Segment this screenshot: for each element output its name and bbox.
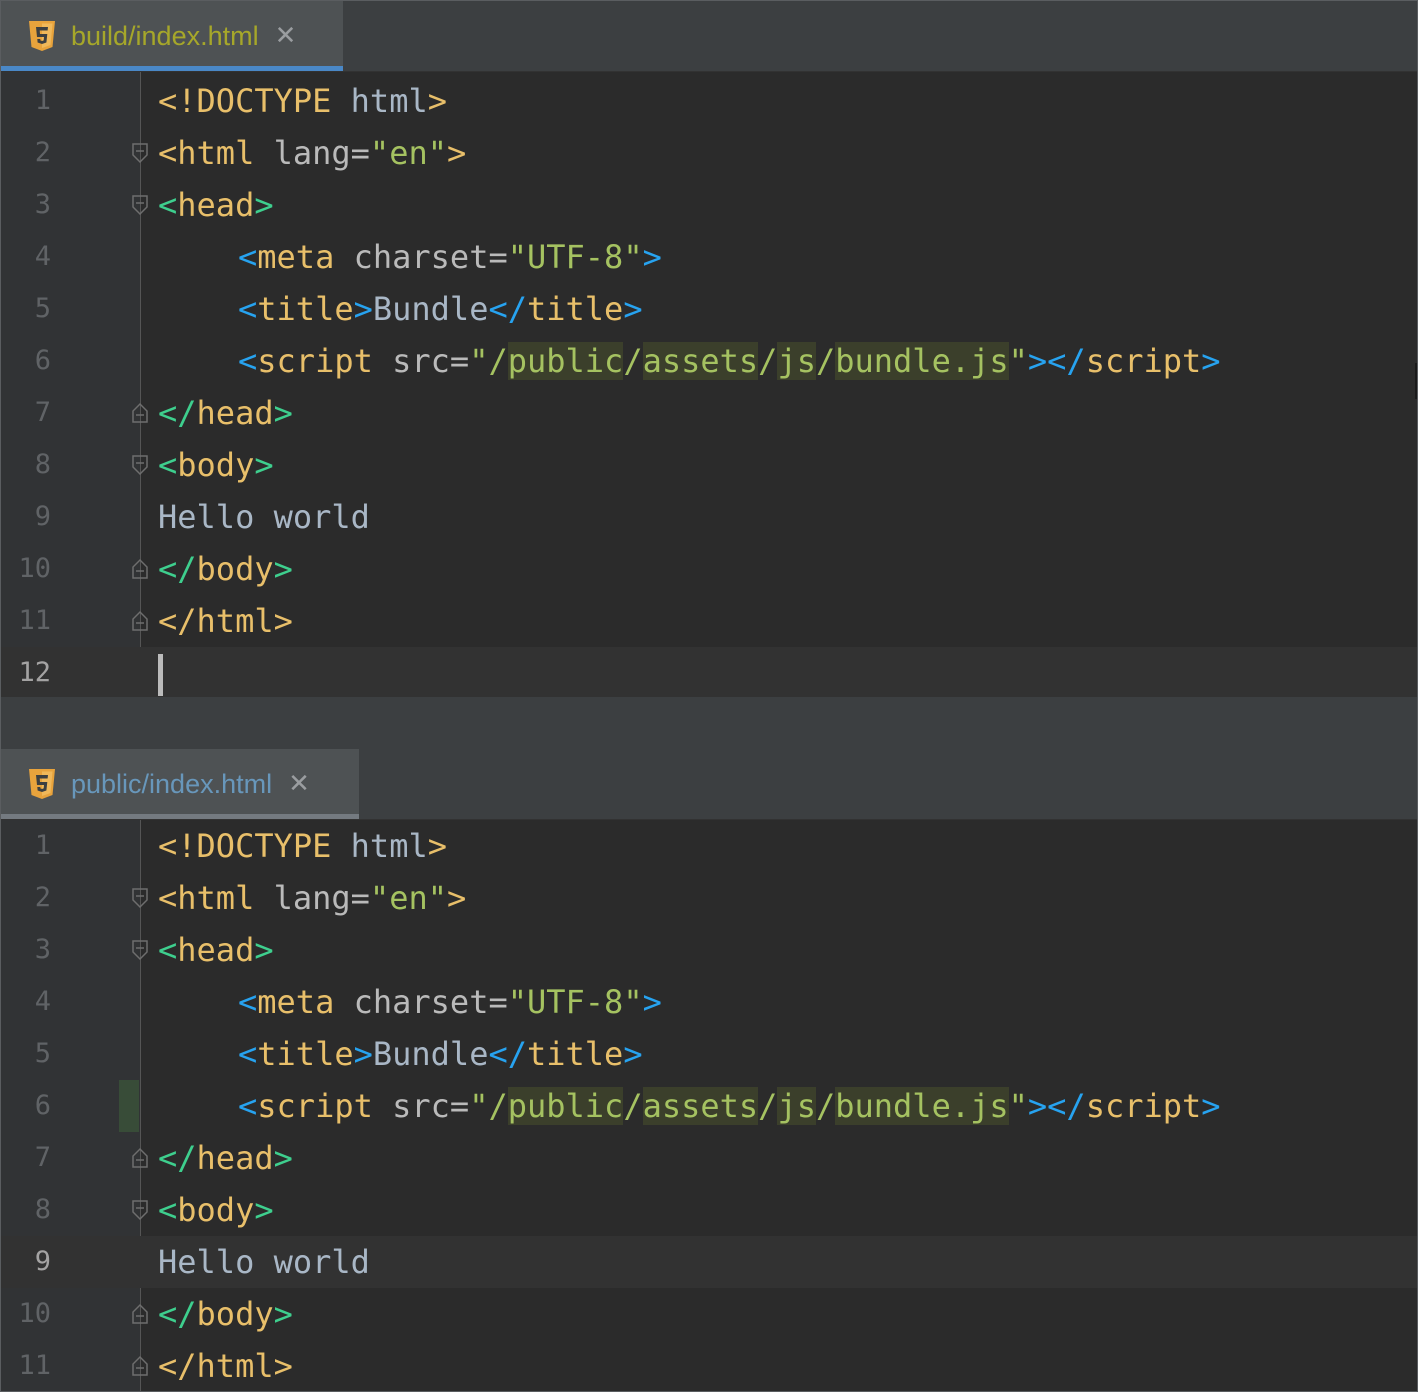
code-line[interactable]: 8 <body> <box>1 1184 1417 1236</box>
line-number: 6 <box>34 1090 51 1121</box>
code-line[interactable]: 7 </head> <box>1 387 1417 439</box>
code-text <box>158 647 163 699</box>
code-text: <head> <box>158 931 274 969</box>
code-text: <html lang="en"> <box>158 134 467 172</box>
code-line[interactable]: 10 </body> <box>1 1288 1417 1340</box>
code-line[interactable]: 6 <script src="/public/assets/js/bundle.… <box>1 1080 1417 1132</box>
code-line[interactable]: 4 <meta charset="UTF-8"> <box>1 231 1417 283</box>
line-number: 9 <box>34 1246 51 1277</box>
line-number: 11 <box>18 605 51 636</box>
code-line[interactable]: 5 <title>Bundle</title> <box>1 1028 1417 1080</box>
code-text: <head> <box>158 186 274 224</box>
code-text: <body> <box>158 446 274 484</box>
line-number: 2 <box>34 137 51 168</box>
active-tab-indicator <box>1 66 343 71</box>
top-editor[interactable]: 1 <!DOCTYPE html> 2 <html lang="en"> 3 <… <box>1 72 1417 699</box>
code-text: <body> <box>158 1191 274 1229</box>
code-line[interactable]: 1 <!DOCTYPE html> <box>1 820 1417 872</box>
code-line[interactable]: 11 </html> <box>1 595 1417 647</box>
code-text: <title>Bundle</title> <box>238 1035 643 1073</box>
fold-close-icon[interactable] <box>130 1302 150 1326</box>
tab-build-index-html[interactable]: build/index.html ✕ <box>1 1 343 71</box>
close-icon[interactable]: ✕ <box>288 769 310 799</box>
code-text: Hello world <box>158 1243 370 1281</box>
line-number: 5 <box>34 1038 51 1069</box>
tab-label: build/index.html <box>71 20 259 51</box>
code-text: <script src="/public/assets/js/bundle.js… <box>238 1087 1221 1125</box>
line-number: 1 <box>34 830 51 861</box>
line-number: 3 <box>34 189 51 220</box>
line-number: 10 <box>18 1298 51 1329</box>
line-number: 4 <box>34 241 51 272</box>
line-number: 7 <box>34 397 51 428</box>
code-line[interactable]: 9 Hello world <box>1 491 1417 543</box>
code-text: <script src="/public/assets/js/bundle.js… <box>238 342 1221 380</box>
text-caret <box>158 654 163 696</box>
line-number: 7 <box>34 1142 51 1173</box>
line-number: 5 <box>34 293 51 324</box>
line-number: 9 <box>34 501 51 532</box>
code-text: </head> <box>158 394 293 432</box>
code-line-current[interactable]: 9 Hello world <box>1 1236 1417 1288</box>
html5-icon <box>29 21 55 51</box>
fold-close-icon[interactable] <box>130 1146 150 1170</box>
code-text: </head> <box>158 1139 293 1177</box>
line-number: 11 <box>18 1350 51 1381</box>
code-text: </body> <box>158 550 293 588</box>
code-line[interactable]: 2 <html lang="en"> <box>1 872 1417 924</box>
fold-close-icon[interactable] <box>130 1354 150 1378</box>
bottom-editor[interactable]: 1 <!DOCTYPE html> 2 <html lang="en"> 3 <… <box>1 820 1417 1391</box>
fold-open-icon[interactable] <box>130 938 150 962</box>
fold-close-icon[interactable] <box>130 609 150 633</box>
code-text: <!DOCTYPE html> <box>158 827 447 865</box>
code-line[interactable]: 3 <head> <box>1 924 1417 976</box>
tab-label: public/index.html <box>71 768 273 799</box>
code-line-current[interactable]: 12 <box>1 647 1417 699</box>
code-line[interactable]: 6 <script src="/public/assets/js/bundle.… <box>1 335 1417 387</box>
code-line[interactable]: 11 </html> <box>1 1340 1417 1391</box>
top-tab-bar: build/index.html ✕ <box>1 1 1417 72</box>
code-line[interactable]: 4 <meta charset="UTF-8"> <box>1 976 1417 1028</box>
code-line[interactable]: 10 </body> <box>1 543 1417 595</box>
line-number: 3 <box>34 934 51 965</box>
code-text: <html lang="en"> <box>158 879 467 917</box>
line-number: 1 <box>34 85 51 116</box>
bottom-tab-bar: public/index.html ✕ <box>1 749 1417 820</box>
code-line[interactable]: 2 <html lang="en"> <box>1 127 1417 179</box>
code-line[interactable]: 7 </head> <box>1 1132 1417 1184</box>
line-number: 2 <box>34 882 51 913</box>
split-divider[interactable] <box>1 697 1417 749</box>
line-number: 4 <box>34 986 51 1017</box>
fold-close-icon[interactable] <box>130 401 150 425</box>
fold-close-icon[interactable] <box>130 557 150 581</box>
code-text: Hello world <box>158 498 370 536</box>
code-text: <meta charset="UTF-8"> <box>238 238 662 276</box>
fold-open-icon[interactable] <box>130 193 150 217</box>
fold-open-icon[interactable] <box>130 1198 150 1222</box>
code-line[interactable]: 8 <body> <box>1 439 1417 491</box>
html5-icon <box>29 769 55 799</box>
line-number: 10 <box>18 553 51 584</box>
code-text: </html> <box>158 1347 293 1385</box>
close-icon[interactable]: ✕ <box>275 21 297 51</box>
code-text: </html> <box>158 602 293 640</box>
fold-open-icon[interactable] <box>130 886 150 910</box>
inactive-tab-indicator <box>1 814 359 819</box>
code-line[interactable]: 3 <head> <box>1 179 1417 231</box>
tab-public-index-html[interactable]: public/index.html ✕ <box>1 749 359 819</box>
line-number: 8 <box>34 449 51 480</box>
code-text: <!DOCTYPE html> <box>158 82 447 120</box>
code-text: <meta charset="UTF-8"> <box>238 983 662 1021</box>
editor-window: build/index.html ✕ 1 <!DOCTYPE html> 2 <… <box>0 0 1418 1392</box>
code-line[interactable]: 1 <!DOCTYPE html> <box>1 75 1417 127</box>
code-text: </body> <box>158 1295 293 1333</box>
code-line[interactable]: 5 <title>Bundle</title> <box>1 283 1417 335</box>
line-number: 8 <box>34 1194 51 1225</box>
fold-open-icon[interactable] <box>130 453 150 477</box>
fold-open-icon[interactable] <box>130 141 150 165</box>
line-number: 6 <box>34 345 51 376</box>
code-text: <title>Bundle</title> <box>238 290 643 328</box>
line-number: 12 <box>18 657 51 688</box>
